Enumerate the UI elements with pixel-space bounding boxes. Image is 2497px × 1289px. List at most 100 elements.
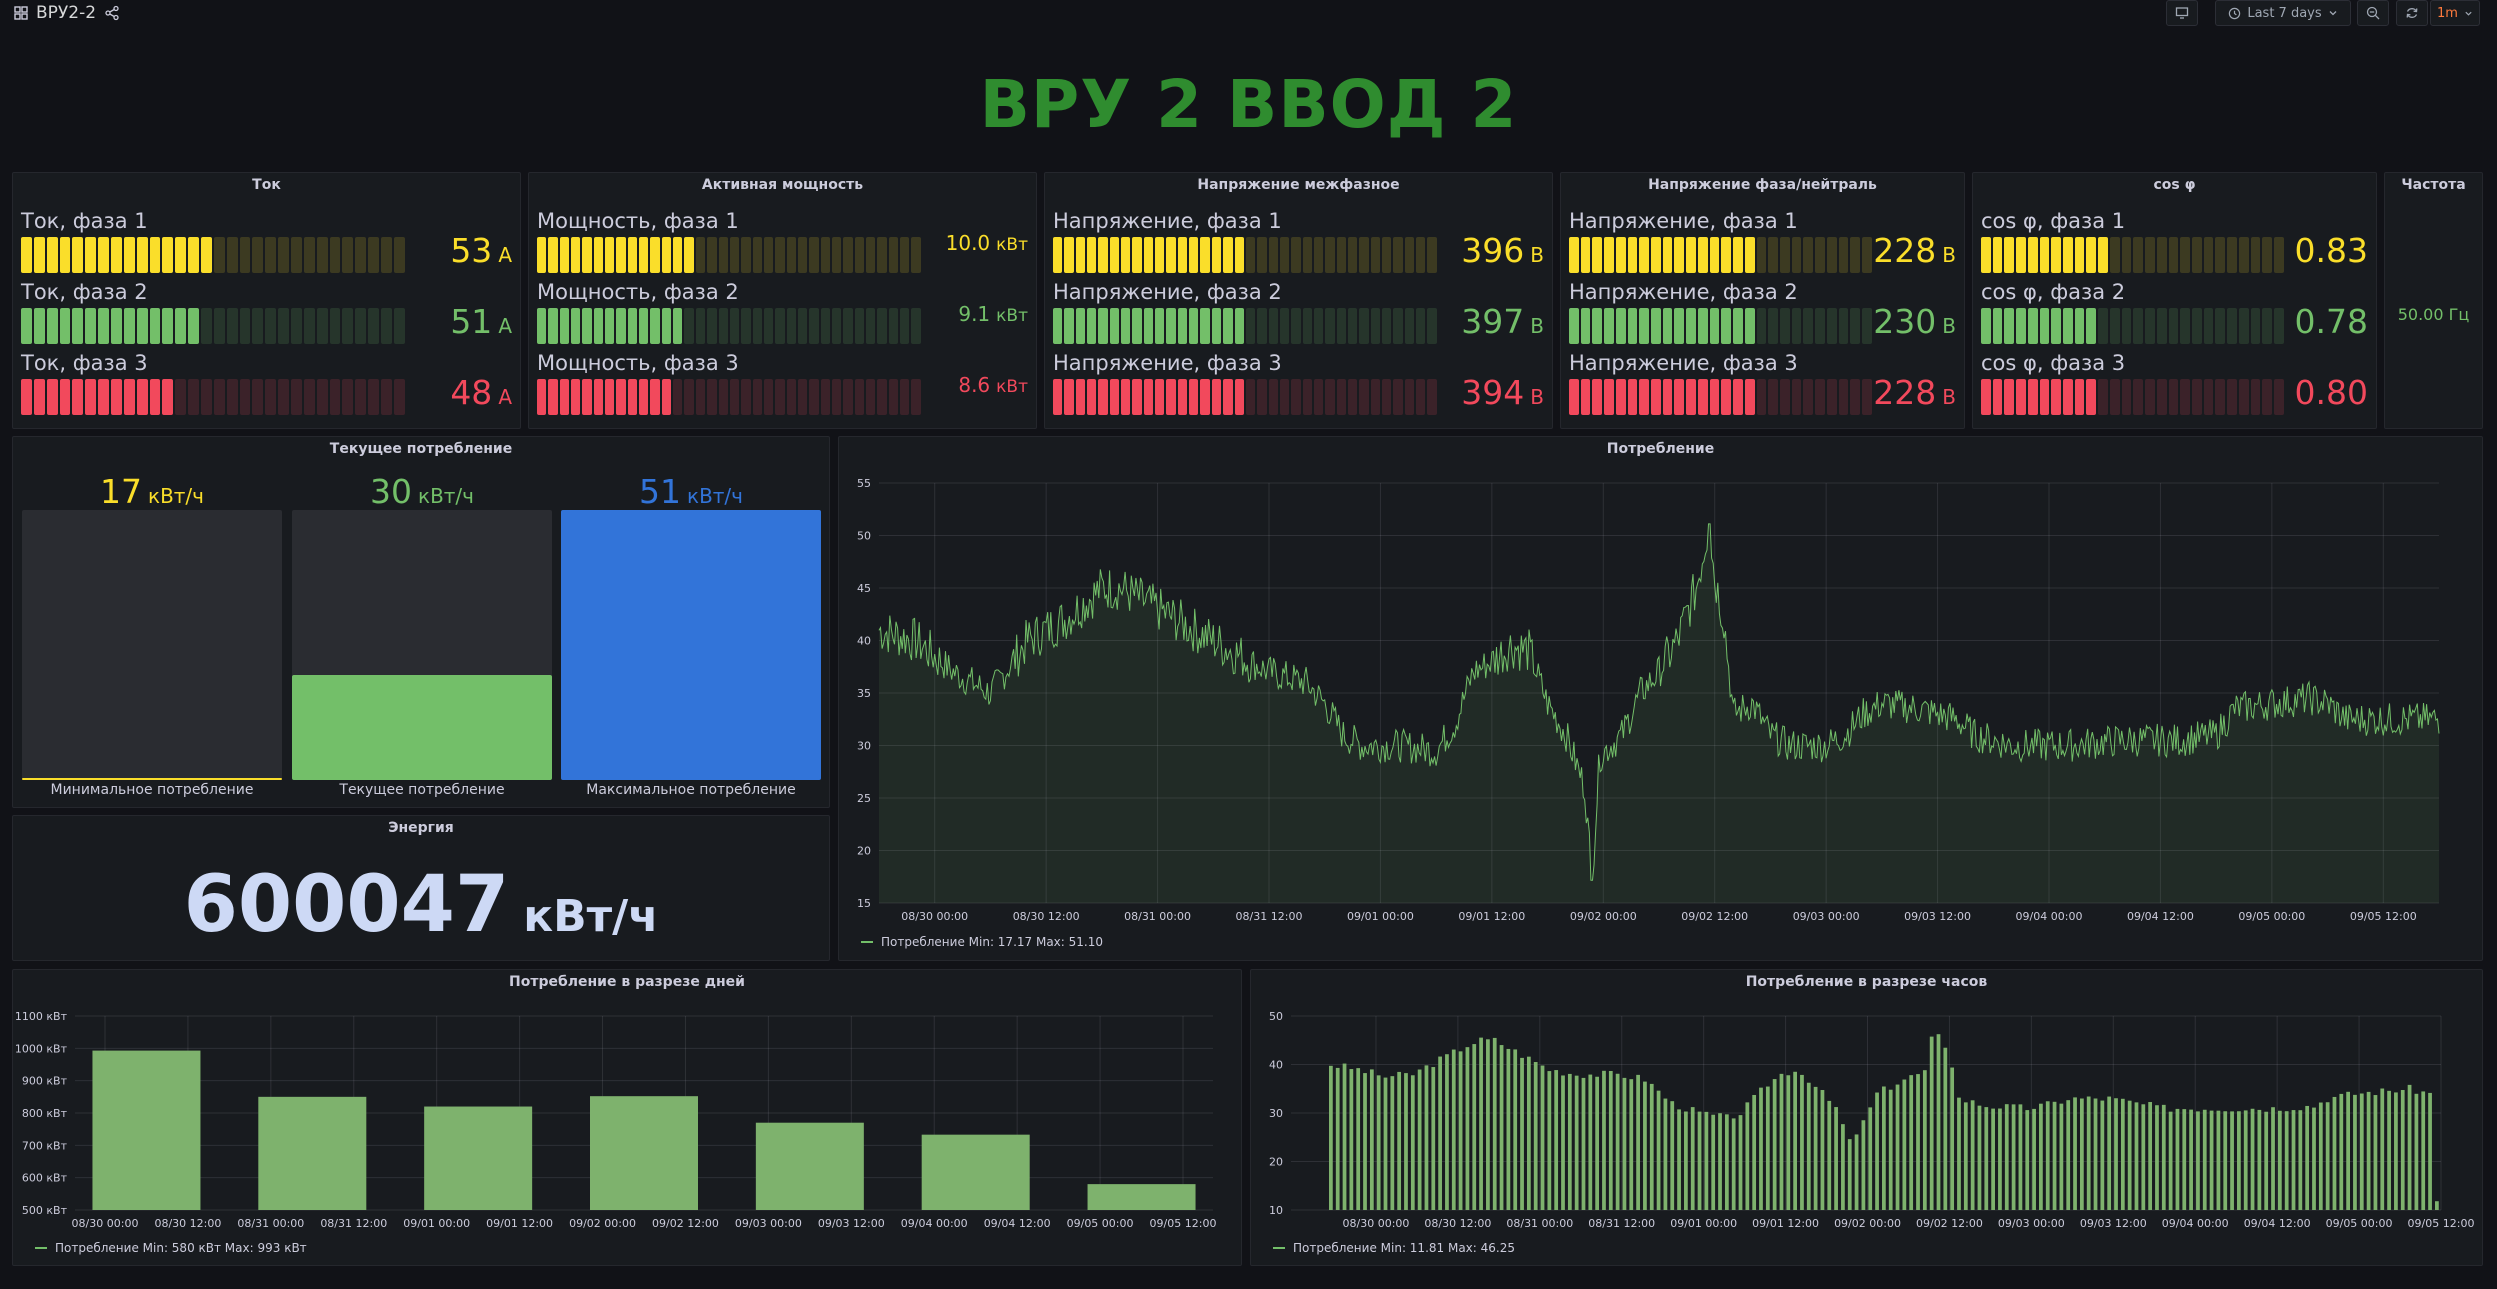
gauge-cell	[1427, 237, 1437, 273]
value-unit: А	[498, 314, 512, 338]
x-tick-label: 08/30 00:00	[72, 1217, 139, 1230]
bar	[2141, 1104, 2146, 1210]
bar-gauge-row: Ток, фаза 3 48 А	[21, 351, 512, 421]
panel-title[interactable]: Напряжение межфазное	[1045, 177, 1552, 193]
panel-title[interactable]: Энергия	[13, 820, 829, 836]
time-range-picker[interactable]: Last 7 days	[2215, 0, 2351, 26]
chart-legend[interactable]: Потребление Min: 11.81 Max: 46.25	[1273, 1241, 1515, 1255]
panel-title[interactable]: Частота	[2385, 177, 2482, 193]
panel-title[interactable]: cos φ	[1973, 177, 2376, 193]
zoom-out-icon	[2366, 6, 2380, 20]
bar	[2312, 1107, 2316, 1210]
legend-text: Потребление Min: 17.17 Max: 51.10	[881, 935, 1103, 949]
bar-gauge-value: 230 В	[1873, 302, 1956, 344]
gauge-cell	[123, 237, 135, 273]
gauge-cell	[265, 379, 277, 415]
gauge-cell	[1697, 379, 1708, 415]
bar-gauge-cells	[21, 308, 405, 344]
bar	[1479, 1037, 1483, 1210]
gauge-cell	[1381, 308, 1392, 344]
bar-gauge-row: cos φ, фаза 3 0.80	[1981, 351, 2368, 421]
bar-gauge-value: 0.83	[2295, 231, 2368, 273]
gauge-cell	[2145, 237, 2155, 273]
bar-gauge-value: 8.6 кВт	[958, 373, 1028, 415]
bar	[1690, 1107, 1695, 1210]
y-tick-label: 35	[857, 687, 871, 700]
gauge-cell	[1109, 379, 1120, 415]
gauge-cell	[1756, 379, 1767, 415]
bar	[1820, 1090, 1825, 1210]
value-unit: кВт/ч	[147, 484, 204, 508]
panel-title[interactable]: Активная мощность	[529, 177, 1036, 193]
gauge-cell	[136, 237, 148, 273]
gauge-cell	[797, 237, 808, 273]
tv-mode-button[interactable]	[2166, 0, 2198, 26]
gauge-cell	[548, 237, 558, 273]
x-tick-label: 09/04 12:00	[2127, 910, 2194, 923]
gauge-cell	[2250, 237, 2261, 273]
gauge-fill	[22, 778, 282, 780]
hourly-bar-chart[interactable]: 10 20 30 40 50 08/30 00:00 08/30 12:00 08/31 00…	[1251, 970, 2484, 1267]
bar	[1998, 1108, 2002, 1210]
share-icon[interactable]	[104, 5, 120, 21]
consumption-line-chart[interactable]: 15 20 25 30 35 40 45 50 55 08/30 00:00 08/30 12:00…	[839, 437, 2484, 962]
daily-bar-chart[interactable]: 500 кВт 600 кВт 700 кВт 800 кВт 900 кВт 1000 …	[13, 970, 1243, 1267]
gauge-cell	[763, 237, 774, 273]
bar	[2052, 1101, 2057, 1210]
gauge-cell	[1223, 308, 1233, 344]
gauge-cell	[21, 308, 32, 344]
x-tick-label: 08/30 00:00	[901, 910, 968, 923]
bar	[1554, 1070, 1559, 1210]
x-tick-label: 09/05 12:00	[2350, 910, 2417, 923]
gauge-cell	[111, 308, 122, 344]
panel-title[interactable]: Ток	[13, 177, 520, 193]
gauge-cell	[1779, 379, 1790, 415]
gauge-cell	[616, 379, 626, 415]
dashboard-title[interactable]: ВРУ2-2	[36, 3, 96, 23]
gauge-cell	[1861, 308, 1872, 344]
gauge-cell	[1416, 308, 1426, 344]
refresh-interval-picker[interactable]: 1m	[2430, 0, 2480, 26]
gauge-cell	[1779, 308, 1790, 344]
gauge-cell	[1166, 308, 1176, 344]
bar-gauge-row: Напряжение, фаза 2 397 В	[1053, 280, 1544, 350]
gauge-cell	[1177, 237, 1188, 273]
bar	[2387, 1090, 2391, 1210]
dashboard-title-area[interactable]: ВРУ2-2	[14, 3, 120, 23]
energy-stat: 600047 кВт/ч	[13, 860, 829, 950]
gauge-cell	[1234, 308, 1244, 344]
top-navbar: ВРУ2-2 Last 7 days 1m	[0, 0, 2497, 28]
gauge-cell	[1268, 237, 1278, 273]
gauge-fill	[561, 510, 821, 780]
panel-title[interactable]: Напряжение фаза/нейтраль	[1561, 177, 1964, 193]
gauge-cell	[843, 379, 853, 415]
gauge-cell	[2133, 237, 2144, 273]
bar-gauge-row: Напряжение, фаза 2 230 В	[1569, 280, 1956, 350]
zoom-out-button[interactable]	[2357, 0, 2389, 26]
value-number: 10.0	[945, 231, 991, 255]
bar	[1547, 1071, 1552, 1210]
gauge-cell	[2215, 237, 2226, 273]
value-number: 0.78	[2294, 302, 2368, 341]
gauge-cell	[650, 379, 660, 415]
gauge-cell	[2250, 379, 2261, 415]
chart-legend[interactable]: Потребление Min: 17.17 Max: 51.10	[861, 935, 1103, 949]
gauge-cell	[2262, 379, 2272, 415]
refresh-button[interactable]	[2396, 0, 2428, 26]
gauge-cell	[149, 237, 161, 273]
bar	[1827, 1100, 1832, 1210]
gauge-cell	[1370, 308, 1380, 344]
gauge-cell	[2074, 379, 2085, 415]
x-tick-label: 09/05 00:00	[1067, 1217, 1134, 1230]
chart-legend[interactable]: Потребление Min: 580 кВт Max: 993 кВт	[35, 1241, 307, 1255]
gauge-cell	[1416, 379, 1426, 415]
legend-swatch	[861, 941, 873, 943]
gauge-cell	[1279, 237, 1290, 273]
panel-phase-voltage: Напряжение фаза/нейтраль Напряжение, фаз…	[1560, 172, 1965, 429]
bar-gauge-cells	[1569, 308, 1872, 344]
gauge-cell	[1098, 237, 1108, 273]
gauge-cell	[213, 308, 225, 344]
gauge-cell	[123, 379, 135, 415]
gauge-cell	[809, 237, 819, 273]
panel-title[interactable]: Текущее потребление	[13, 441, 829, 457]
